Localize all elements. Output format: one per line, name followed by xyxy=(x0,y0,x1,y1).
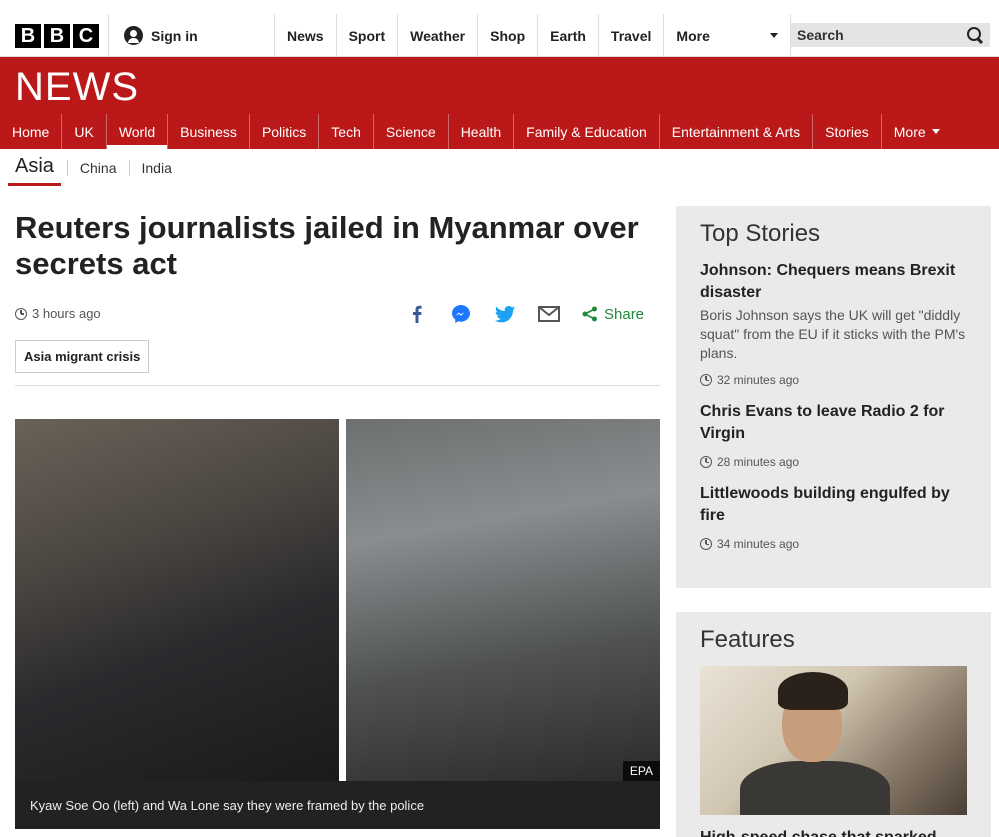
news-nav-business[interactable]: Business xyxy=(168,114,250,149)
news-nav-home[interactable]: Home xyxy=(0,114,63,149)
news-banner: NEWS Home UK World Business Politics Tec… xyxy=(0,57,999,149)
top-stories-title: Top Stories xyxy=(700,220,821,247)
chevron-down-icon xyxy=(770,33,779,38)
section-subnav: Asia China India xyxy=(0,149,184,187)
news-nav-family-education[interactable]: Family & Education xyxy=(514,114,660,149)
clock-icon xyxy=(15,307,27,320)
bbc-logo[interactable]: B B C xyxy=(15,24,99,48)
features-panel: Features High-speed chase that sparked xyxy=(676,612,991,837)
subnav-item-china[interactable]: China xyxy=(66,160,129,176)
global-nav-weather[interactable]: Weather xyxy=(397,14,477,57)
search-icon[interactable] xyxy=(966,26,984,44)
clock-icon xyxy=(700,374,712,386)
global-nav-sport[interactable]: Sport xyxy=(335,14,398,57)
global-header: B B C Sign in News Sport Weather Shop Ea… xyxy=(0,0,999,57)
top-story-time-text: 28 minutes ago xyxy=(717,455,800,469)
features-title: Features xyxy=(700,626,795,653)
divider xyxy=(15,385,660,386)
news-nav-entertainment-arts[interactable]: Entertainment & Arts xyxy=(660,114,814,149)
top-story-time-text: 34 minutes ago xyxy=(717,537,800,551)
search-placeholder: Search xyxy=(797,27,844,43)
top-story-time-text: 32 minutes ago xyxy=(717,373,800,387)
feature-image-hair xyxy=(778,672,848,710)
article-timestamp: 3 hours ago xyxy=(15,306,101,321)
image-caption: Kyaw Soe Oo (left) and Wa Lone say they … xyxy=(15,781,660,829)
news-nav: Home UK World Business Politics Tech Sci… xyxy=(0,114,952,149)
global-nav-travel[interactable]: Travel xyxy=(597,14,663,57)
top-story[interactable]: Chris Evans to leave Radio 2 for Virgin … xyxy=(700,401,967,469)
news-nav-science[interactable]: Science xyxy=(374,114,449,149)
email-icon[interactable] xyxy=(538,303,560,325)
global-nav-shop[interactable]: Shop xyxy=(477,14,537,57)
twitter-icon[interactable] xyxy=(494,303,516,325)
top-story[interactable]: Littlewoods building engulfed by fire 34… xyxy=(700,483,967,551)
top-story-title[interactable]: Johnson: Chequers means Brexit disaster xyxy=(700,260,967,304)
photo-right-panel xyxy=(346,419,660,781)
news-nav-stories[interactable]: Stories xyxy=(813,114,882,149)
top-story-title[interactable]: Chris Evans to leave Radio 2 for Virgin xyxy=(700,401,967,445)
signin-label: Sign in xyxy=(151,27,198,44)
image-credit: EPA xyxy=(622,761,660,781)
global-nav-earth[interactable]: Earth xyxy=(537,14,598,57)
feature-image-figure xyxy=(740,761,890,815)
top-story[interactable]: Johnson: Chequers means Brexit disaster … xyxy=(700,260,967,387)
global-nav-news[interactable]: News xyxy=(274,14,336,57)
feature-image[interactable] xyxy=(700,666,967,815)
article-headline: Reuters journalists jailed in Myanmar ov… xyxy=(15,210,639,281)
global-nav-more[interactable]: More xyxy=(663,14,792,57)
news-nav-tech[interactable]: Tech xyxy=(319,114,374,149)
photo-separator xyxy=(339,419,346,781)
news-nav-world[interactable]: World xyxy=(106,114,169,149)
user-icon xyxy=(124,26,143,45)
subnav-item-asia[interactable]: Asia xyxy=(8,150,61,186)
search-input[interactable]: Search xyxy=(791,23,990,47)
top-story-time: 28 minutes ago xyxy=(700,455,967,469)
subnav-item-india[interactable]: India xyxy=(128,160,184,176)
news-nav-health[interactable]: Health xyxy=(449,114,515,149)
topic-tag[interactable]: Asia migrant crisis xyxy=(15,340,150,373)
feature-title[interactable]: High-speed chase that sparked xyxy=(700,827,967,837)
top-stories-panel: Top Stories Johnson: Chequers means Brex… xyxy=(676,206,991,588)
logo-letter: C xyxy=(73,24,99,48)
news-brand-title[interactable]: NEWS xyxy=(15,65,139,110)
share-label: Share xyxy=(604,305,645,323)
timestamp-text: 3 hours ago xyxy=(32,306,101,321)
logo-letter: B xyxy=(15,24,41,48)
photo-left-panel xyxy=(15,419,339,781)
news-nav-politics[interactable]: Politics xyxy=(250,114,320,149)
article-main-image: EPA xyxy=(15,419,660,781)
clock-icon xyxy=(700,456,712,468)
messenger-icon[interactable] xyxy=(450,303,472,325)
share-button[interactable]: Share xyxy=(582,306,644,323)
news-nav-more[interactable]: More xyxy=(882,114,952,149)
top-story-time: 34 minutes ago xyxy=(700,537,967,551)
news-more-label: More xyxy=(893,123,926,140)
more-label: More xyxy=(676,27,710,44)
logo-letter: B xyxy=(44,24,70,48)
facebook-icon[interactable] xyxy=(406,303,428,325)
share-tools: Share xyxy=(406,302,644,326)
top-story-title[interactable]: Littlewoods building engulfed by fire xyxy=(700,483,967,527)
top-story-time: 32 minutes ago xyxy=(700,373,967,387)
top-story-summary: Boris Johnson says the UK will get "didd… xyxy=(700,307,966,361)
chevron-down-icon xyxy=(931,129,940,134)
clock-icon xyxy=(700,538,712,550)
global-nav: News Sport Weather Shop Earth Travel Mor… xyxy=(274,14,792,57)
share-icon xyxy=(582,306,597,322)
signin-link[interactable]: Sign in xyxy=(108,14,274,57)
news-nav-uk[interactable]: UK xyxy=(62,114,107,149)
